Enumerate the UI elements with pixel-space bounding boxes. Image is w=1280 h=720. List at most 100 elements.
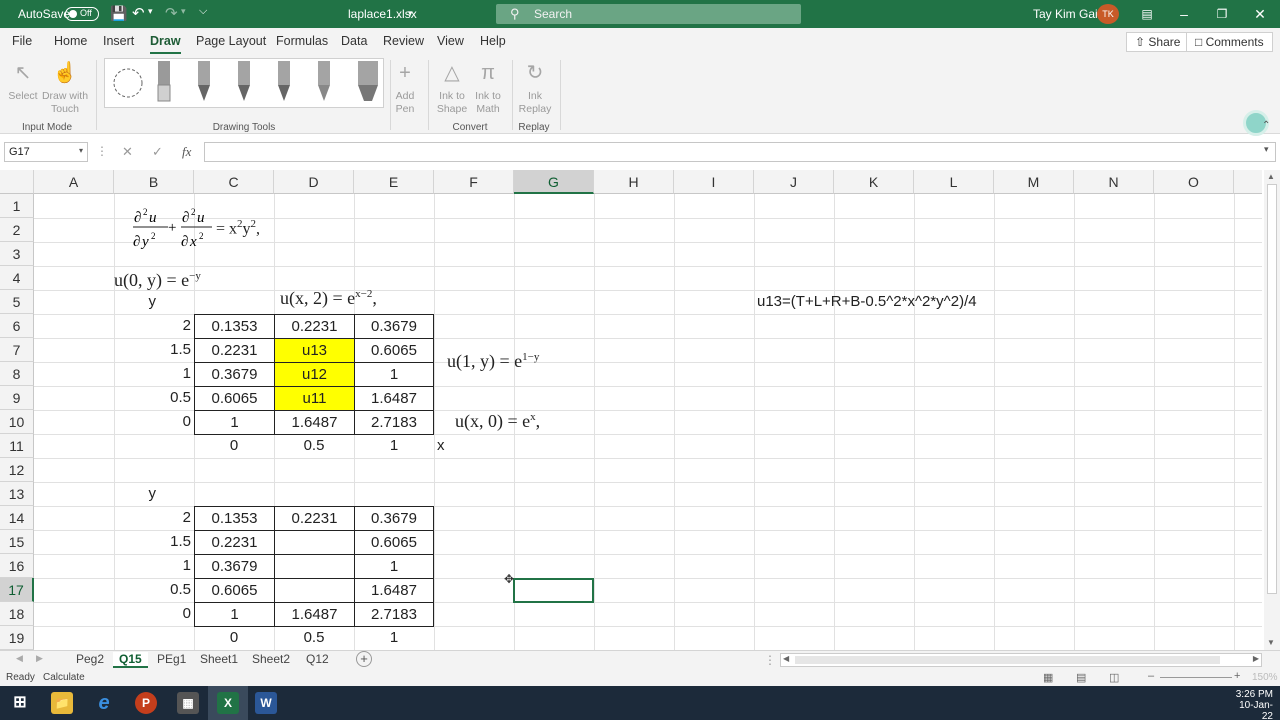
active-cell-G17[interactable] (513, 578, 594, 603)
scroll-right-icon[interactable]: ▶ (1253, 654, 1259, 663)
column-header[interactable]: L (914, 170, 994, 194)
tab-review[interactable]: Review (383, 34, 424, 48)
scroll-down-icon[interactable]: ▼ (1267, 638, 1275, 647)
cell-D17[interactable] (274, 578, 355, 603)
cell-D9[interactable]: u11 (274, 386, 355, 411)
column-header[interactable]: C (194, 170, 274, 194)
tab-home[interactable]: Home (54, 34, 87, 48)
pen-icon[interactable] (237, 61, 251, 103)
cell-D11[interactable]: 0.5 (274, 434, 354, 458)
redo-icon[interactable]: ↷ (165, 4, 178, 22)
scroll-up-icon[interactable]: ▲ (1267, 172, 1275, 181)
cell-E17[interactable]: 1.6487 (354, 578, 434, 603)
status-calculate[interactable]: Calculate (43, 672, 85, 683)
normal-view-icon[interactable]: ▦ (1043, 671, 1053, 684)
row-header[interactable]: 18 (0, 602, 34, 626)
filename[interactable]: laplace1.xlsx (348, 7, 417, 21)
cell-D19[interactable]: 0.5 (274, 626, 354, 650)
row-header[interactable]: 8 (0, 362, 34, 386)
row-header[interactable]: 1 (0, 194, 34, 218)
cell-B13[interactable]: y (114, 482, 159, 506)
cell-E9[interactable]: 1.6487 (354, 386, 434, 411)
cell-F11[interactable]: x (434, 434, 514, 458)
draw-with-touch-button[interactable]: ☝ Draw with Touch (40, 60, 90, 116)
column-header[interactable]: E (354, 170, 434, 194)
zoom-out-icon[interactable]: – (1148, 670, 1154, 682)
page-layout-icon[interactable]: ▤ (1076, 671, 1086, 684)
vertical-scrollbar[interactable]: ▲ ▼ (1264, 170, 1280, 650)
cell-E19[interactable]: 1 (354, 626, 434, 650)
restore-icon[interactable]: ❐ (1210, 4, 1234, 24)
minimize-icon[interactable]: – (1172, 4, 1196, 24)
undo-icon[interactable]: ↶ (132, 4, 145, 22)
internet-explorer-icon[interactable]: e (93, 692, 115, 714)
cell-E11[interactable]: 1 (354, 434, 434, 458)
name-box[interactable]: G17 ▾ (4, 142, 88, 162)
row-header[interactable]: 13 (0, 482, 34, 506)
zoom-level[interactable]: 150% (1252, 672, 1278, 683)
collapse-ribbon-icon[interactable]: ⌃ (1262, 120, 1270, 131)
cell-B9[interactable]: 0.5 (114, 386, 194, 410)
enter-icon[interactable]: ✓ (152, 144, 163, 160)
next-sheet-icon[interactable]: ▶ (36, 653, 43, 664)
cell-C14[interactable]: 0.1353 (194, 506, 275, 531)
select-button[interactable]: ↖ Select (6, 60, 40, 103)
pen-icon[interactable] (197, 61, 211, 103)
formula-input[interactable] (204, 142, 1276, 162)
pen-icon[interactable] (277, 61, 291, 103)
zoom-slider[interactable] (1160, 677, 1232, 678)
cell-C19[interactable]: 0 (194, 626, 274, 650)
sheet-tab-sheet2[interactable]: Sheet2 (246, 652, 296, 666)
tab-help[interactable]: Help (480, 34, 506, 48)
cell-B5[interactable]: y (114, 290, 159, 314)
column-header[interactable]: I (674, 170, 754, 194)
page-break-icon[interactable]: ◫ (1109, 671, 1119, 684)
row-header[interactable]: 17 (0, 578, 34, 602)
tab-insert[interactable]: Insert (103, 34, 134, 48)
row-header[interactable]: 14 (0, 506, 34, 530)
row-header[interactable]: 2 (0, 218, 34, 242)
close-icon[interactable]: ✕ (1248, 4, 1272, 24)
row-header[interactable]: 11 (0, 434, 34, 458)
cell-E6[interactable]: 0.3679 (354, 314, 434, 339)
ink-to-math-button[interactable]: π Ink to Math (470, 60, 506, 116)
cell-D8[interactable]: u12 (274, 362, 355, 387)
file-explorer-icon[interactable]: 📁 (51, 692, 73, 714)
redo-dropdown-icon[interactable]: ▾ (181, 6, 186, 17)
cell-C8[interactable]: 0.3679 (194, 362, 275, 387)
cell-C18[interactable]: 1 (194, 602, 275, 627)
cell-D16[interactable] (274, 554, 355, 579)
cell-B6[interactable]: 2 (114, 314, 194, 338)
cell-E16[interactable]: 1 (354, 554, 434, 579)
autosave-toggle[interactable]: Off (65, 7, 99, 21)
ribbon-display-icon[interactable]: ▤ (1135, 4, 1159, 24)
avatar[interactable]: TK (1097, 4, 1119, 24)
column-header[interactable]: A (34, 170, 114, 194)
ink-to-shape-button[interactable]: △ Ink to Shape (434, 60, 470, 116)
row-header[interactable]: 4 (0, 266, 34, 290)
cell-D15[interactable] (274, 530, 355, 555)
scrollbar-thumb[interactable] (795, 656, 1220, 664)
highlighter-icon[interactable] (357, 61, 379, 103)
row-header[interactable]: 3 (0, 242, 34, 266)
cell-B15[interactable]: 1.5 (114, 530, 194, 554)
column-header[interactable]: J (754, 170, 834, 194)
cell-D7[interactable]: u13 (274, 338, 355, 363)
cell-D10[interactable]: 1.6487 (274, 410, 355, 435)
column-header[interactable] (1234, 170, 1262, 194)
prev-sheet-icon[interactable]: ◀ (16, 653, 23, 664)
powerpoint-icon[interactable]: P (135, 692, 157, 714)
cell-C11[interactable]: 0 (194, 434, 274, 458)
row-header[interactable]: 5 (0, 290, 34, 314)
column-header[interactable]: O (1154, 170, 1234, 194)
windows-start-icon[interactable]: ⊞ (9, 692, 31, 714)
insert-function-icon[interactable]: fx (182, 144, 191, 160)
cell-D18[interactable]: 1.6487 (274, 602, 355, 627)
sheet-tab-peg1[interactable]: PEg1 (151, 652, 192, 666)
cell-E7[interactable]: 0.6065 (354, 338, 434, 363)
row-header[interactable]: 9 (0, 386, 34, 410)
calculator-icon[interactable]: ▦ (177, 692, 199, 714)
row-header[interactable]: 10 (0, 410, 34, 434)
tab-file[interactable]: File (12, 34, 32, 48)
cell-E14[interactable]: 0.3679 (354, 506, 434, 531)
